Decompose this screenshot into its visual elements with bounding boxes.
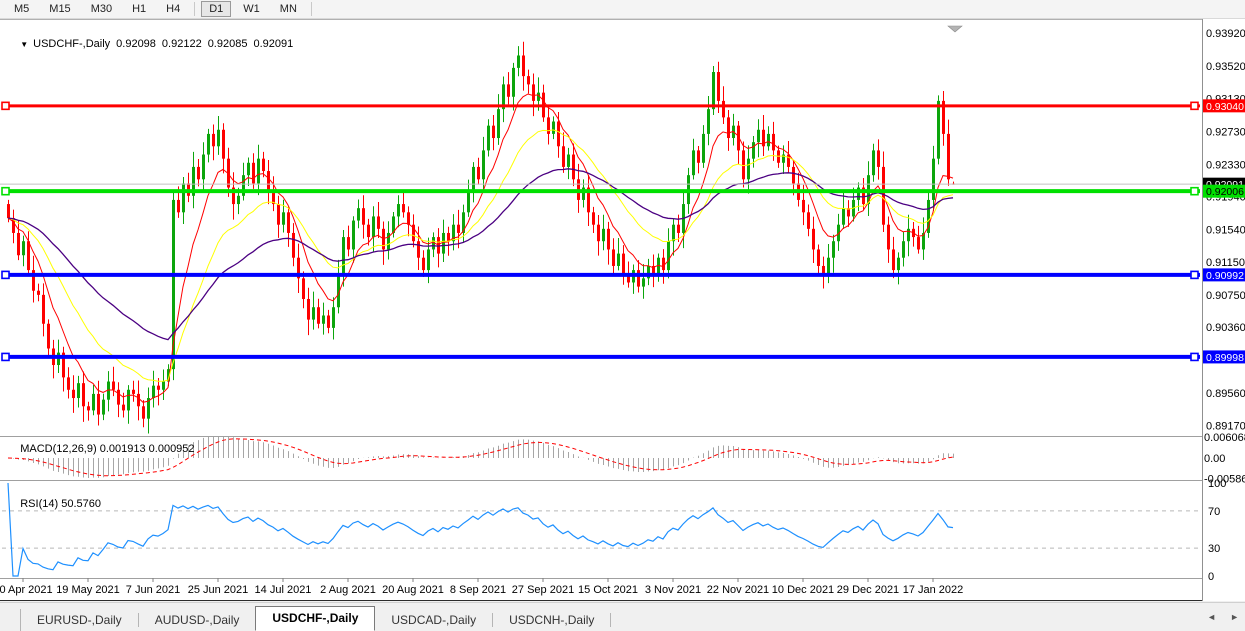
svg-text:17 Jan 2022: 17 Jan 2022 — [903, 584, 964, 596]
rsi-line — [8, 483, 953, 576]
tab-divider — [610, 613, 611, 627]
date-axis: 30 Apr 202119 May 2021 7 Jun 2021 25 Jun 2… — [0, 578, 963, 596]
svg-text:0.92006: 0.92006 — [1206, 186, 1244, 198]
svg-text:20 Aug 2021: 20 Aug 2021 — [382, 584, 444, 596]
svg-text:0.89560: 0.89560 — [1206, 388, 1245, 400]
candles — [7, 42, 955, 434]
chart-tab-bar: EURUSD-,DailyAUDUSD-,DailyUSDCHF-,DailyU… — [0, 602, 1245, 631]
ma-20-line — [8, 130, 953, 381]
tab-scroll-right-icon[interactable]: ► — [1230, 612, 1239, 622]
svg-text:8 Sep 2021: 8 Sep 2021 — [450, 584, 506, 596]
svg-text:0.93520: 0.93520 — [1206, 61, 1245, 73]
svg-text:25 Jun 2021: 25 Jun 2021 — [188, 584, 249, 596]
svg-text:30: 30 — [1208, 543, 1220, 555]
svg-text:100: 100 — [1208, 478, 1226, 490]
svg-text:0.90992: 0.90992 — [1206, 270, 1244, 282]
macd-signal-line — [8, 439, 953, 476]
svg-text:0.93920: 0.93920 — [1206, 28, 1245, 40]
timeframe-button-m15[interactable]: M15 — [41, 1, 78, 17]
hline-0.92006[interactable] — [2, 188, 1200, 195]
tab-usdcnhdaily[interactable]: USDCNH-,Daily — [493, 609, 610, 631]
svg-text:22 Nov 2021: 22 Nov 2021 — [707, 584, 769, 596]
svg-text:3 Nov 2021: 3 Nov 2021 — [645, 584, 701, 596]
svg-text:0.89170: 0.89170 — [1206, 420, 1245, 432]
tab-usdchfdaily[interactable]: USDCHF-,Daily — [255, 606, 375, 631]
svg-text:10 Dec 2021: 10 Dec 2021 — [772, 584, 834, 596]
tab-scroll-left-icon[interactable]: ◄ — [1207, 612, 1216, 622]
svg-text:27 Sep 2021: 27 Sep 2021 — [512, 584, 574, 596]
rsi-pane — [2, 483, 1200, 576]
tab-scroll-arrows: ◄► — [1207, 603, 1245, 631]
svg-text:0.91150: 0.91150 — [1206, 257, 1245, 269]
tab-eurusddaily[interactable]: EURUSD-,Daily — [21, 609, 138, 631]
svg-text:0.00: 0.00 — [1204, 453, 1225, 465]
ma-45-line — [8, 169, 953, 340]
hline-price-badge: 0.93040 — [1203, 99, 1245, 113]
hline-0.89998[interactable] — [2, 353, 1200, 360]
macd-pane — [8, 437, 954, 478]
timeframe-button-m5[interactable]: M5 — [6, 1, 37, 17]
toolbar-separator — [311, 2, 312, 16]
svg-text:0.89998: 0.89998 — [1206, 352, 1244, 364]
tab-audusddaily[interactable]: AUDUSD-,Daily — [139, 609, 256, 631]
svg-text:0.92330: 0.92330 — [1206, 159, 1245, 171]
svg-text:0.91540: 0.91540 — [1206, 225, 1245, 237]
svg-text:0.92730: 0.92730 — [1206, 126, 1245, 138]
chart-window: 30 Apr 202119 May 2021 7 Jun 2021 25 Jun 2… — [0, 19, 1245, 601]
timeframe-button-w1[interactable]: W1 — [235, 1, 268, 17]
svg-text:15 Oct 2021: 15 Oct 2021 — [578, 584, 638, 596]
svg-text:2 Aug 2021: 2 Aug 2021 — [320, 584, 376, 596]
svg-text:70: 70 — [1208, 506, 1220, 518]
hline-0.93040[interactable] — [2, 102, 1200, 109]
svg-text:0.006068: 0.006068 — [1204, 432, 1245, 444]
timeframe-button-h1[interactable]: H1 — [124, 1, 154, 17]
hline-price-badge: 0.90992 — [1203, 268, 1245, 282]
svg-text:0.90750: 0.90750 — [1206, 290, 1245, 302]
hline-price-badge: 0.92006 — [1203, 185, 1245, 199]
svg-text:19 May 2021: 19 May 2021 — [56, 584, 120, 596]
toolbar-separator — [194, 2, 195, 16]
price-chart[interactable]: 30 Apr 202119 May 2021 7 Jun 2021 25 Jun 2… — [0, 19, 1245, 601]
svg-text:7 Jun 2021: 7 Jun 2021 — [126, 584, 180, 596]
timeframe-toolbar: M5M15 M30H1H4 D1W1MN — [0, 0, 1245, 19]
tab-bar-stub — [0, 609, 21, 631]
svg-text:0: 0 — [1208, 571, 1214, 583]
svg-text:30 Apr 2021: 30 Apr 2021 — [0, 584, 53, 596]
tab-usdcaddaily[interactable]: USDCAD-,Daily — [375, 609, 492, 631]
chart-shift-icon[interactable] — [948, 26, 962, 32]
timeframe-button-mn[interactable]: MN — [272, 1, 305, 17]
hline-price-badge: 0.89998 — [1203, 350, 1245, 364]
timeframe-button-m30[interactable]: M30 — [83, 1, 120, 17]
hline-0.90992[interactable] — [2, 271, 1200, 278]
svg-text:0.90360: 0.90360 — [1206, 322, 1245, 334]
svg-text:29 Dec 2021: 29 Dec 2021 — [837, 584, 899, 596]
svg-text:0.93040: 0.93040 — [1206, 101, 1244, 113]
svg-text:14 Jul 2021: 14 Jul 2021 — [255, 584, 312, 596]
timeframe-button-h4[interactable]: H4 — [158, 1, 188, 17]
timeframe-button-d1[interactable]: D1 — [201, 1, 231, 17]
